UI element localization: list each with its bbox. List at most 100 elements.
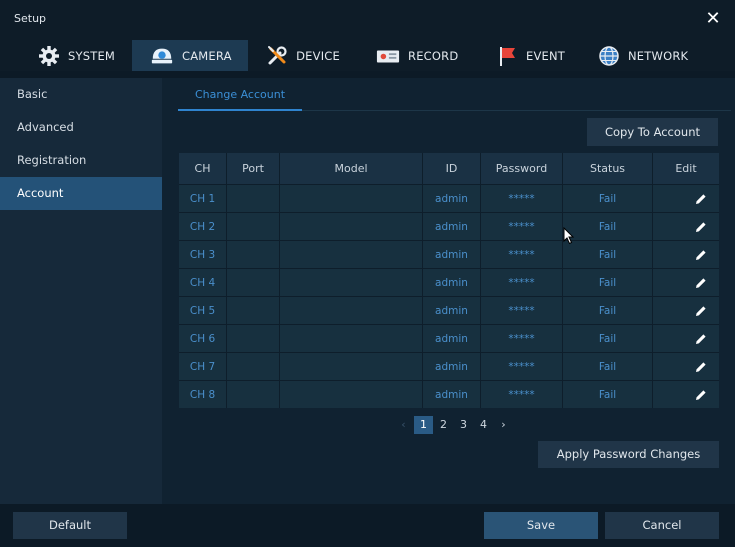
footer-bar: Default Save Cancel [0, 504, 735, 547]
subtab-change-account[interactable]: Change Account [178, 81, 302, 111]
pencil-icon [696, 249, 706, 260]
tab-camera[interactable]: CAMERA [132, 40, 248, 71]
table-row[interactable]: CH 8 admin ***** Fail [179, 380, 719, 408]
tab-system[interactable]: SYSTEM [20, 40, 132, 71]
cancel-button[interactable]: Cancel [605, 512, 719, 539]
model-cell [280, 325, 423, 352]
model-cell [280, 269, 423, 296]
port-cell [227, 381, 280, 408]
page-1-button[interactable]: 1 [414, 416, 433, 434]
status-cell: Fail [563, 353, 653, 380]
sidebar-item-account[interactable]: Account [0, 177, 162, 210]
table-row[interactable]: CH 6 admin ***** Fail [179, 324, 719, 352]
subtab-bar: Change Account [178, 81, 731, 111]
model-cell [280, 241, 423, 268]
model-cell [280, 297, 423, 324]
tools-icon [266, 44, 288, 68]
channel-cell: CH 5 [179, 297, 227, 324]
channel-cell: CH 2 [179, 213, 227, 240]
id-cell: admin [423, 185, 481, 212]
table-row[interactable]: CH 5 admin ***** Fail [179, 296, 719, 324]
close-icon[interactable]: ✕ [703, 9, 723, 29]
model-cell [280, 185, 423, 212]
port-cell [227, 353, 280, 380]
status-cell: Fail [563, 213, 653, 240]
window-title: Setup [14, 12, 47, 25]
sidebar-item-advanced[interactable]: Advanced [0, 111, 162, 144]
channel-cell: CH 6 [179, 325, 227, 352]
id-cell: admin [423, 269, 481, 296]
port-cell [227, 241, 280, 268]
column-header: Model [280, 153, 423, 184]
column-header: Status [563, 153, 653, 184]
password-cell: ***** [481, 381, 563, 408]
page-4-button[interactable]: 4 [474, 416, 493, 434]
id-cell: admin [423, 241, 481, 268]
pencil-icon [696, 305, 706, 316]
password-cell: ***** [481, 213, 563, 240]
pencil-icon [696, 333, 706, 344]
channel-cell: CH 1 [179, 185, 227, 212]
table-row[interactable]: CH 2 admin ***** Fail [179, 212, 719, 240]
model-cell [280, 381, 423, 408]
next-page-button[interactable]: › [494, 416, 513, 434]
globe-icon [598, 44, 620, 68]
id-cell: admin [423, 325, 481, 352]
page-2-button[interactable]: 2 [434, 416, 453, 434]
port-cell [227, 297, 280, 324]
pencil-icon [696, 277, 706, 288]
tab-label: CAMERA [182, 48, 232, 63]
table-row[interactable]: CH 3 admin ***** Fail [179, 240, 719, 268]
id-cell: admin [423, 213, 481, 240]
edit-button[interactable] [653, 325, 719, 352]
apply-password-changes-button[interactable]: Apply Password Changes [538, 441, 719, 468]
pagination: ‹ 1 2 3 4 › [394, 415, 514, 435]
port-cell [227, 325, 280, 352]
channel-cell: CH 8 [179, 381, 227, 408]
table-row[interactable]: CH 7 admin ***** Fail [179, 352, 719, 380]
edit-button[interactable] [653, 297, 719, 324]
default-button[interactable]: Default [13, 512, 127, 539]
table-header: CH Port Model ID Password Status Edit [179, 153, 719, 184]
edit-button[interactable] [653, 269, 719, 296]
mouse-cursor-icon [563, 227, 575, 245]
password-cell: ***** [481, 269, 563, 296]
sidebar-item-registration[interactable]: Registration [0, 144, 162, 177]
pencil-icon [696, 193, 706, 204]
status-cell: Fail [563, 241, 653, 268]
edit-button[interactable] [653, 353, 719, 380]
tab-network[interactable]: NETWORK [580, 40, 700, 71]
account-table: CH Port Model ID Password Status Edit CH… [179, 153, 719, 408]
copy-to-account-button[interactable]: Copy To Account [587, 118, 718, 146]
save-button[interactable]: Save [484, 512, 598, 539]
id-cell: admin [423, 297, 481, 324]
table-row[interactable]: CH 1 admin ***** Fail [179, 184, 719, 212]
column-header: Password [481, 153, 563, 184]
status-cell: Fail [563, 325, 653, 352]
main-panel: Change Account Copy To Account CH Port M… [162, 78, 735, 504]
edit-button[interactable] [653, 381, 719, 408]
camera-icon [150, 44, 174, 68]
password-cell: ***** [481, 297, 563, 324]
sidebar: Basic Advanced Registration Account [0, 78, 162, 504]
tab-device[interactable]: DEVICE [248, 40, 358, 71]
column-header: Port [227, 153, 280, 184]
status-cell: Fail [563, 297, 653, 324]
edit-button[interactable] [653, 213, 719, 240]
channel-cell: CH 4 [179, 269, 227, 296]
password-cell: ***** [481, 353, 563, 380]
table-row[interactable]: CH 4 admin ***** Fail [179, 268, 719, 296]
channel-cell: CH 7 [179, 353, 227, 380]
flag-icon [496, 44, 518, 68]
page-3-button[interactable]: 3 [454, 416, 473, 434]
tab-event[interactable]: EVENT [478, 40, 580, 71]
column-header: Edit [653, 153, 719, 184]
gear-icon [38, 44, 60, 68]
status-cell: Fail [563, 185, 653, 212]
edit-button[interactable] [653, 241, 719, 268]
sidebar-item-basic[interactable]: Basic [0, 78, 162, 111]
prev-page-button[interactable]: ‹ [394, 416, 413, 434]
tab-label: RECORD [408, 48, 459, 63]
edit-button[interactable] [653, 185, 719, 212]
tab-record[interactable]: RECORD [358, 40, 478, 71]
